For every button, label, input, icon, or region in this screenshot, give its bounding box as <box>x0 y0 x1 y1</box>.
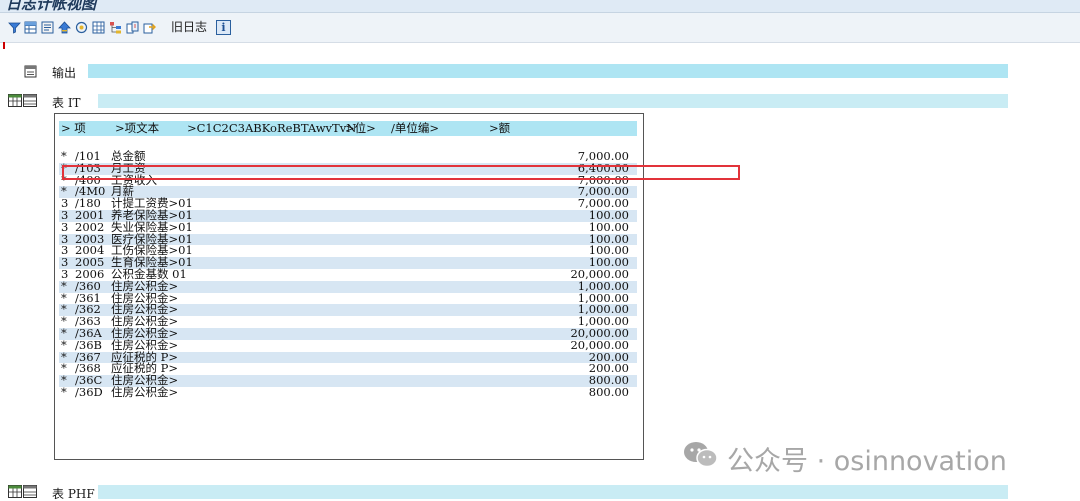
toolbar: 旧日志 i <box>0 13 1080 43</box>
section-table-it-bar <box>98 94 1008 108</box>
table-row[interactable]: */101 总金额 7,000.00 <box>59 150 637 163</box>
section-table-phf-bar <box>98 485 1008 499</box>
status-marker <box>3 42 5 49</box>
app-window: 日志计帐视图 旧日志 i 输出 表 IT > 项 >项文本 >C1C2C3ABK… <box>0 0 1080 501</box>
row-text: 住房公积金> <box>111 384 179 399</box>
table-section-icon[interactable] <box>8 94 38 108</box>
info-icon-glyph: i <box>221 21 226 34</box>
title-bar: 日志计帐视图 <box>0 0 1080 13</box>
info-icon[interactable]: i <box>216 20 231 35</box>
filter-icon[interactable] <box>7 20 21 34</box>
header-position[interactable]: >位> <box>345 121 376 136</box>
sort-icon[interactable] <box>57 20 71 34</box>
table-icon[interactable] <box>23 20 37 34</box>
export-icon[interactable] <box>142 20 156 34</box>
section-output-label: 输出 <box>52 66 77 80</box>
header-unit[interactable]: /单位编> <box>391 121 439 136</box>
row-amount: 800.00 <box>588 384 629 399</box>
row-highlight-box <box>62 165 740 180</box>
window-title: 日志计帐视图 <box>6 0 97 13</box>
header-flags[interactable]: >C1C2C3ABKoReBTAwvTvN <box>187 121 356 136</box>
header-amount[interactable]: >额 <box>489 121 510 136</box>
section-table-it-label: 表 IT <box>52 96 81 110</box>
wechat-icon <box>683 440 719 477</box>
header-item[interactable]: > 项 <box>61 121 86 136</box>
section-table-phf-label: 表 PHF <box>52 487 95 501</box>
table-phf-section-icon[interactable] <box>8 485 38 499</box>
document-icon[interactable] <box>23 64 38 78</box>
watermark: 公众号 · osinnovation <box>683 440 1007 477</box>
layout-icon[interactable] <box>40 20 54 34</box>
row-flag: * <box>61 384 67 399</box>
table-header: > 项 >项文本 >C1C2C3ABKoReBTAwvTvN >位> /单位编>… <box>59 121 637 136</box>
header-item-text[interactable]: >项文本 <box>115 121 159 136</box>
tree-icon[interactable] <box>108 20 122 34</box>
hierarchy-icon[interactable] <box>74 20 88 34</box>
row-wage-type: /36D <box>75 384 103 399</box>
compare-icon[interactable] <box>125 20 139 34</box>
grid-icon[interactable] <box>91 20 105 34</box>
table-rows: */101 总金额 7,000.00 */103 月工资 6,400.00 */400 工资收… <box>59 150 637 399</box>
table-row[interactable]: * /36D 住房公积金> 800.00 <box>59 384 637 399</box>
watermark-text: 公众号 · osinnovation <box>727 445 1007 477</box>
section-output-bar <box>88 64 1008 78</box>
old-log-button[interactable]: 旧日志 <box>171 19 207 35</box>
